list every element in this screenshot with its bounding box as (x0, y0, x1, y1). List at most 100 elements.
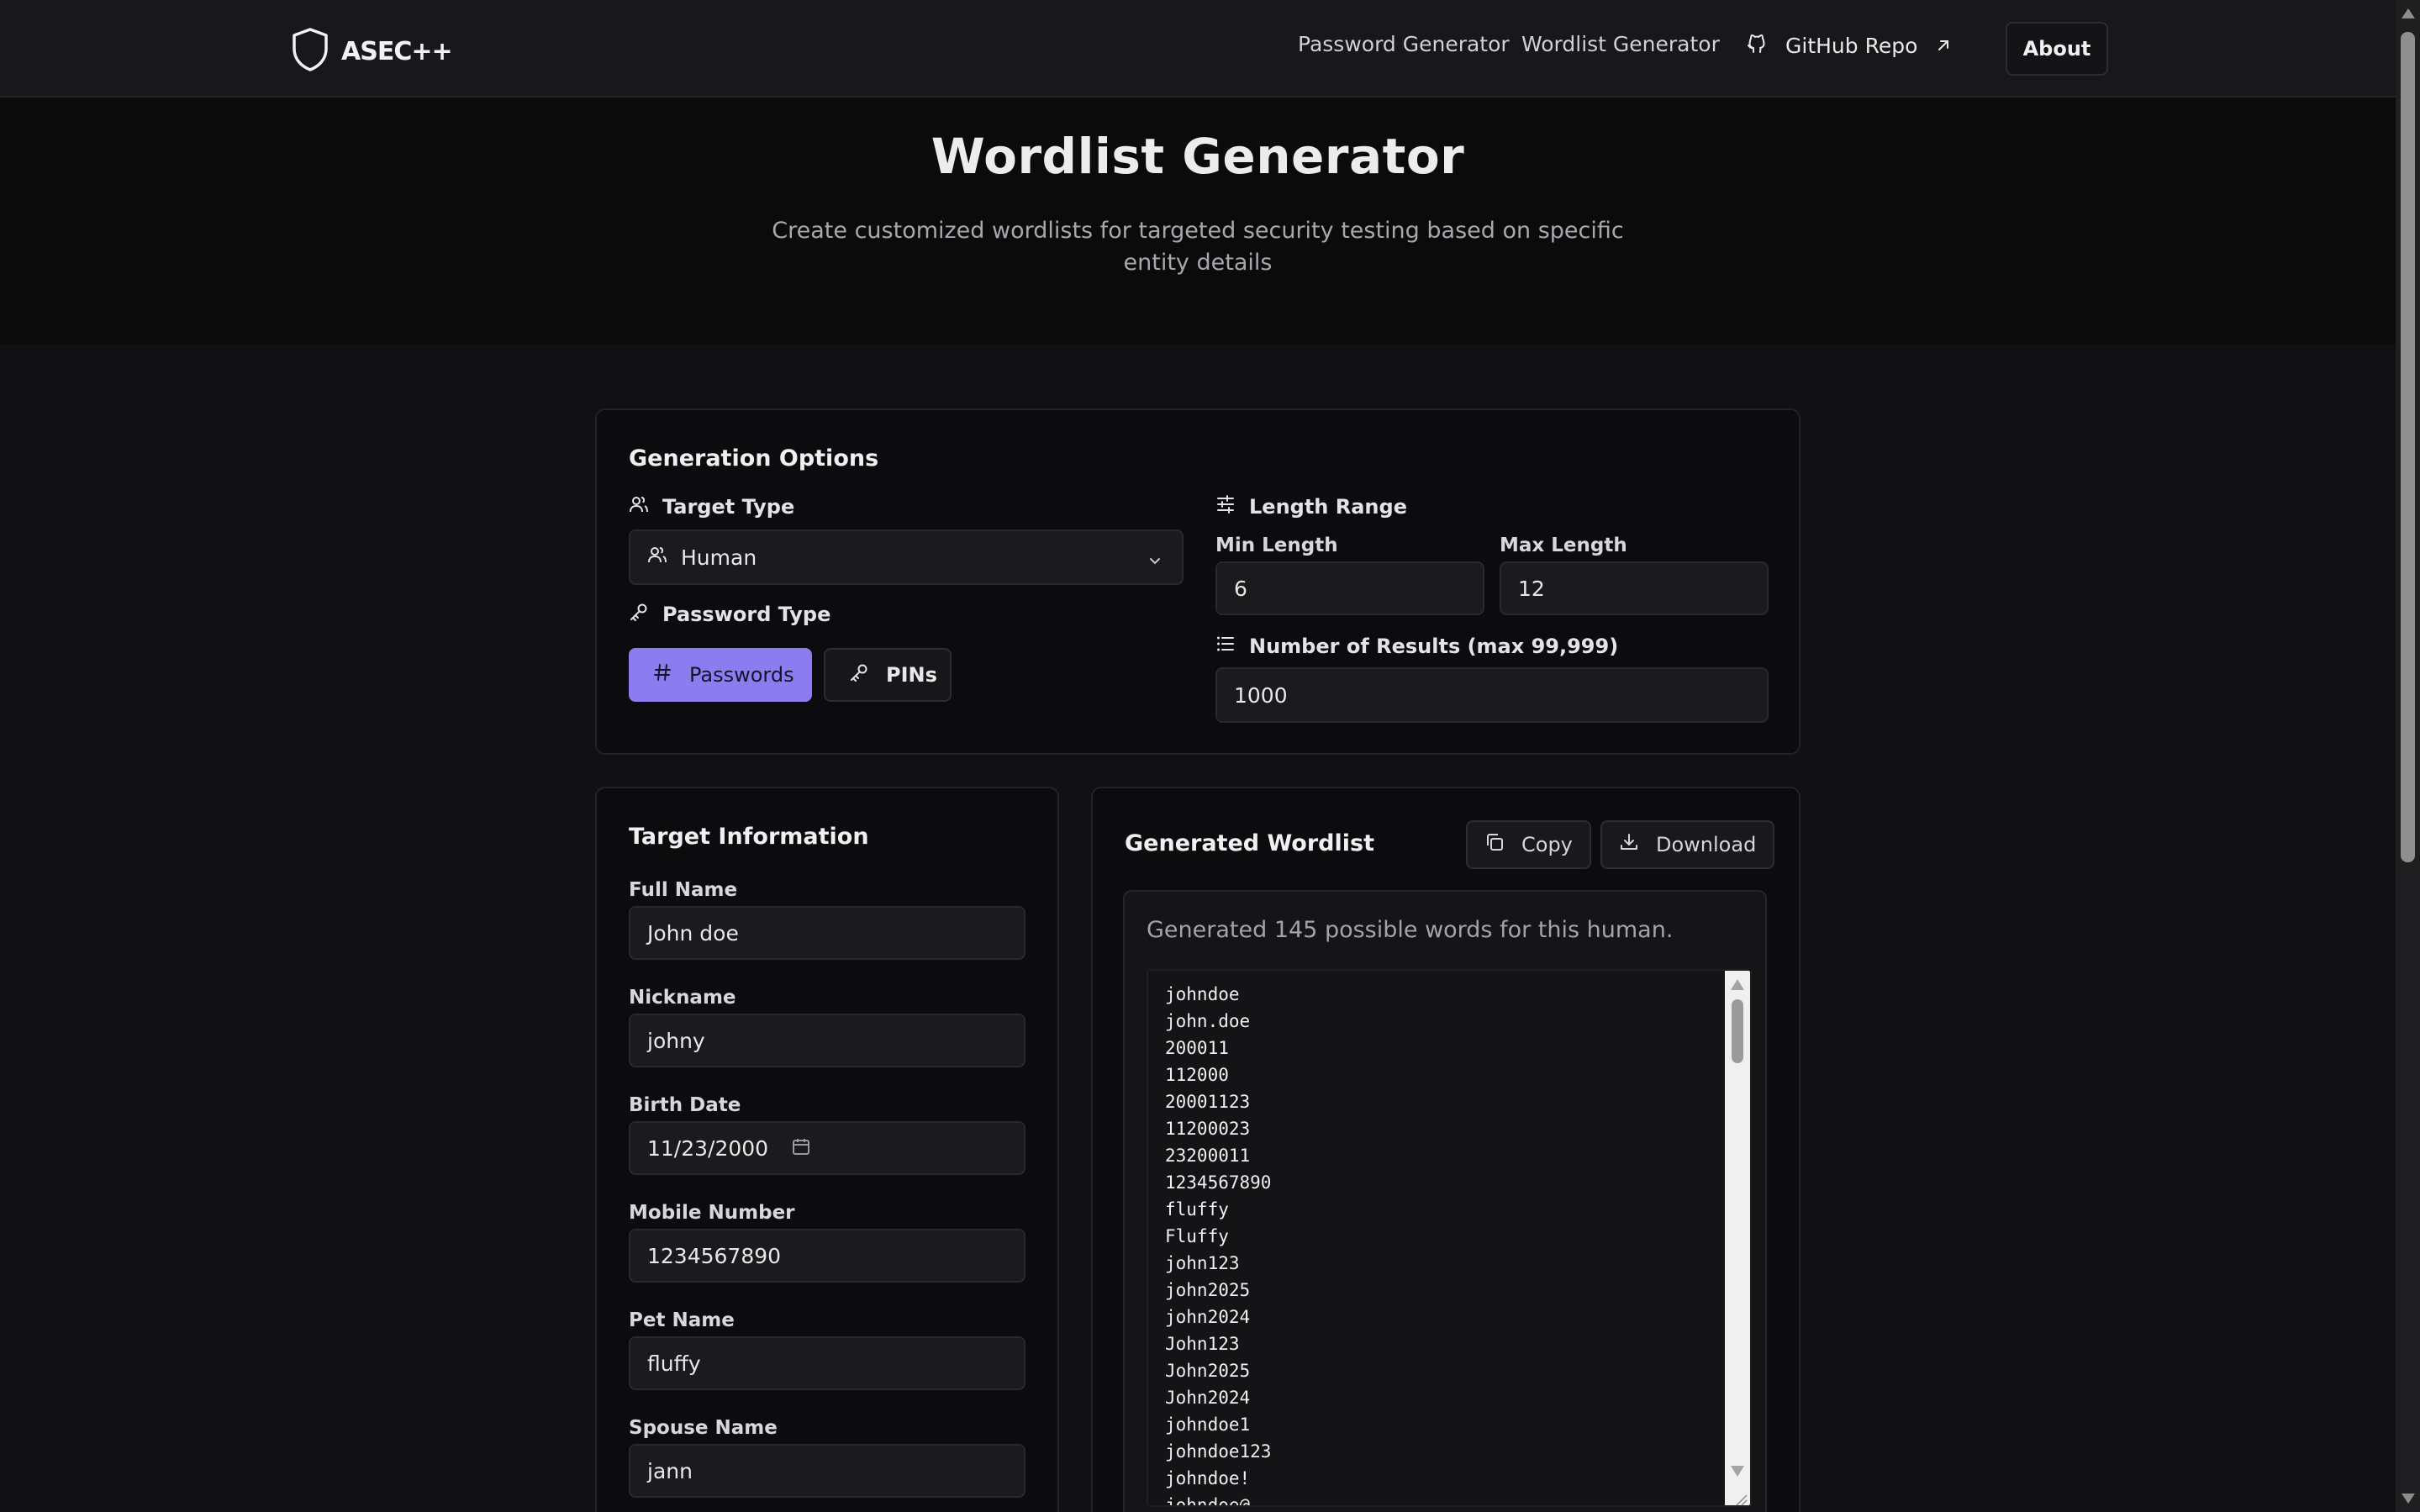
word-item: John123 (1165, 1334, 1240, 1354)
page-scroll-thumb[interactable] (2401, 32, 2415, 862)
number-results-label-text: Number of Results (max 99,999) (1249, 635, 1619, 658)
about-button[interactable]: About (2006, 22, 2108, 76)
min-length-input[interactable]: 6 (1215, 561, 1484, 615)
number-results-label: Number of Results (max 99,999) (1215, 634, 1618, 659)
max-length-label: Max Length (1500, 535, 1627, 556)
scroll-down-arrow[interactable] (1731, 1466, 1744, 1477)
generation-options-title: Generation Options (629, 445, 879, 472)
brand-logo[interactable]: ASEC++ (291, 27, 453, 76)
hash-icon (652, 662, 672, 688)
spouse-name-label: Spouse Name (629, 1417, 778, 1439)
users-icon (647, 545, 667, 570)
wordlist-output-panel: Generated 145 possible words for this hu… (1123, 890, 1767, 1512)
full-name-input[interactable]: John doe (629, 906, 1025, 960)
github-icon (1747, 32, 1767, 59)
page-scroll-up-arrow[interactable] (2402, 8, 2415, 18)
word-item: 1234567890 (1165, 1172, 1272, 1193)
birth-date-value: 11/23/2000 (647, 1135, 769, 1161)
word-item: johndoe123 (1165, 1441, 1272, 1462)
length-range-label: Length Range (1215, 494, 1407, 519)
word-item: 20001123 (1165, 1092, 1251, 1112)
word-item: Fluffy (1165, 1226, 1229, 1246)
copy-button-label: Copy (1521, 833, 1573, 856)
word-item: 23200011 (1165, 1146, 1251, 1166)
word-item: john.doe (1165, 1011, 1251, 1031)
target-type-value: Human (681, 545, 757, 570)
word-item: johndoe@ (1165, 1495, 1251, 1507)
pins-button[interactable]: PINs (824, 648, 952, 702)
download-icon (1619, 832, 1639, 857)
word-item: john2025 (1165, 1280, 1251, 1300)
page-subtitle: Create customized wordlists for targeted… (772, 218, 1624, 276)
generation-options-card: Generation Options Target Type Human Pas… (595, 408, 1801, 755)
nickname-input[interactable]: johny (629, 1014, 1025, 1067)
max-length-input[interactable]: 12 (1500, 561, 1769, 615)
birth-date-input[interactable]: 11/23/2000 (629, 1121, 1025, 1175)
word-item: 200011 (1165, 1038, 1229, 1058)
page-title: Wordlist Generator (931, 128, 1465, 185)
word-item: johndoe1 (1165, 1415, 1251, 1435)
shield-icon (291, 27, 330, 76)
github-link-label: GitHub Repo (1785, 33, 1918, 58)
copy-button[interactable]: Copy (1466, 820, 1591, 869)
external-link-icon (1936, 34, 1951, 58)
resize-grip-icon[interactable] (1732, 1490, 1748, 1507)
chevron-down-icon (1147, 550, 1163, 574)
word-item: john123 (1165, 1253, 1240, 1273)
target-information-title: Target Information (629, 824, 869, 850)
target-type-label: Target Type (629, 494, 794, 519)
page: ASEC++ Password Generator Wordlist Gener… (0, 0, 2420, 1512)
length-range-label-text: Length Range (1249, 495, 1407, 519)
scroll-up-arrow[interactable] (1731, 979, 1744, 990)
word-list: johndoe john.doe 200011 112000 20001123 11200… (1165, 981, 1272, 1507)
brand-name: ASEC++ (341, 36, 453, 66)
birth-date-label: Birth Date (629, 1094, 741, 1116)
pet-name-input[interactable]: fluffy (629, 1336, 1025, 1390)
hero-section: Wordlist Generator Create customized wor… (0, 97, 2396, 345)
wordlist-summary: Generated 145 possible words for this hu… (1147, 917, 1674, 943)
mobile-number-label: Mobile Number (629, 1202, 795, 1224)
nickname-label: Nickname (629, 987, 736, 1009)
scroll-thumb[interactable] (1732, 999, 1743, 1063)
pet-name-label: Pet Name (629, 1309, 735, 1331)
word-item: John2025 (1165, 1361, 1251, 1381)
mobile-number-input[interactable]: 1234567890 (629, 1229, 1025, 1283)
wordlist-textarea[interactable]: johndoe john.doe 200011 112000 20001123 11200… (1147, 969, 1752, 1507)
sliders-icon (1215, 494, 1236, 519)
passwords-button[interactable]: Passwords (629, 648, 812, 702)
word-item: 112000 (1165, 1065, 1229, 1085)
nav-password-generator[interactable]: Password Generator (1298, 32, 1510, 56)
users-icon (629, 494, 649, 519)
passwords-button-label: Passwords (689, 663, 794, 687)
nav-github-repo[interactable]: GitHub Repo (1747, 32, 1951, 59)
calendar-icon[interactable] (792, 1136, 810, 1161)
wordlist-scrollbar[interactable] (1725, 971, 1750, 1507)
nav-wordlist-generator[interactable]: Wordlist Generator (1521, 32, 1720, 56)
word-item: John2024 (1165, 1388, 1251, 1408)
target-type-select[interactable]: Human (629, 529, 1184, 585)
copy-icon (1484, 832, 1505, 857)
word-item: johndoe (1165, 984, 1240, 1004)
download-button-label: Download (1656, 833, 1757, 856)
page-scroll-down-arrow[interactable] (2402, 1494, 2415, 1504)
key-icon (629, 602, 649, 627)
list-icon (1215, 634, 1236, 659)
top-navbar: ASEC++ Password Generator Wordlist Gener… (0, 0, 2396, 97)
download-button[interactable]: Download (1600, 820, 1775, 869)
pins-button-label: PINs (886, 663, 937, 687)
word-item: john2024 (1165, 1307, 1251, 1327)
spouse-name-input[interactable]: jann (629, 1444, 1025, 1498)
full-name-label: Full Name (629, 879, 738, 901)
word-item: 11200023 (1165, 1119, 1251, 1139)
min-length-label: Min Length (1215, 535, 1338, 556)
target-information-card: Target Information Full Name John doe Ni… (595, 787, 1059, 1512)
key-icon (849, 662, 869, 688)
word-item: fluffy (1165, 1199, 1229, 1220)
target-type-label-text: Target Type (662, 495, 795, 519)
word-item: johndoe! (1165, 1468, 1251, 1488)
page-scrollbar[interactable] (2396, 0, 2420, 1512)
generated-wordlist-title: Generated Wordlist (1125, 830, 1374, 856)
password-type-label: Password Type (629, 602, 830, 627)
password-type-label-text: Password Type (662, 603, 831, 626)
number-results-input[interactable]: 1000 (1215, 667, 1769, 723)
